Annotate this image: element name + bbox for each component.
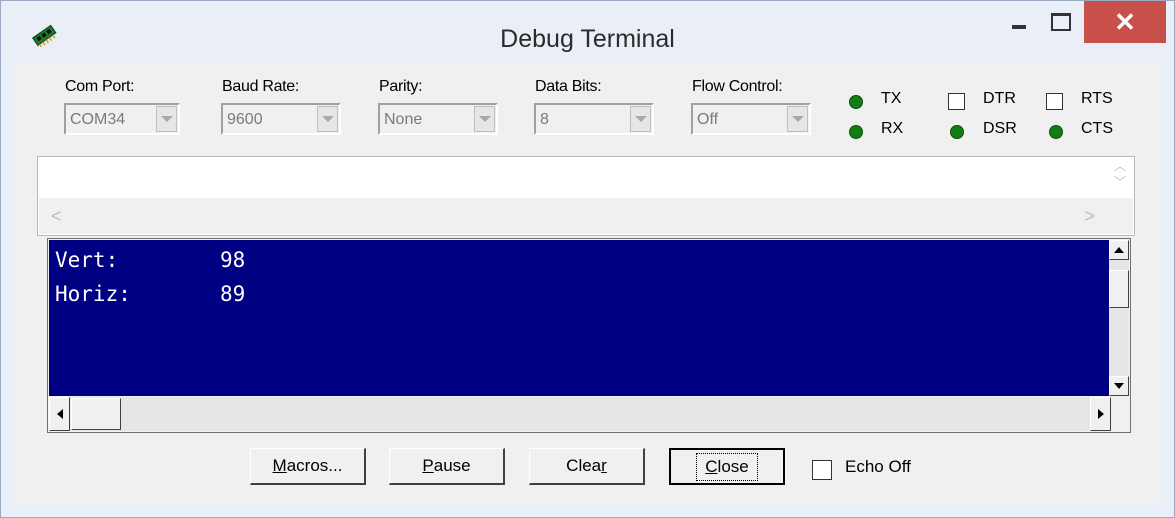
chevron-left-icon[interactable]: < (51, 206, 62, 227)
dtr-checkbox[interactable] (948, 93, 965, 110)
parity-value: None (384, 111, 423, 128)
scroll-up-button[interactable] (1109, 240, 1129, 260)
receive-vertical-scrollbar[interactable] (1109, 240, 1129, 396)
data-bits-select[interactable]: 8 (534, 103, 654, 135)
rx-label: RX (881, 120, 904, 137)
tx-label: TX (881, 90, 902, 107)
com-port-value: COM34 (70, 111, 126, 128)
receive-line: Horiz: 89 (55, 282, 246, 306)
cts-label: CTS (1081, 120, 1113, 137)
chevron-right-icon[interactable]: > (1084, 206, 1095, 227)
chevron-down-icon[interactable] (156, 106, 177, 132)
baud-rate-value: 9600 (227, 111, 263, 128)
receive-pane: Vert: 98 Horiz: 89 (47, 238, 1131, 433)
close-button[interactable]: Close (669, 448, 785, 485)
data-bits-value: 8 (540, 111, 549, 128)
dsr-label: DSR (983, 120, 1017, 137)
close-button-label: Close (696, 452, 758, 481)
baud-rate-label: Baud Rate: (222, 78, 300, 95)
baud-rate-select[interactable]: 9600 (221, 103, 341, 135)
clear-button[interactable]: Clear (529, 448, 645, 485)
parity-select[interactable]: None (378, 103, 498, 135)
maximize-icon (1051, 13, 1071, 31)
chevron-down-icon[interactable]: ﹀ (1107, 174, 1133, 190)
tx-led-icon (849, 95, 863, 109)
transmit-pane: ︿ ﹀ < > (37, 156, 1135, 236)
cts-led-icon (1049, 125, 1063, 139)
macros-button-label: Macros... (272, 456, 343, 475)
rts-label: RTS (1081, 90, 1113, 107)
transmit-input[interactable] (39, 158, 1107, 196)
dsr-led-icon (950, 125, 964, 139)
horizontal-scroll-thumb[interactable] (71, 398, 121, 430)
transmit-horizontal-scrollbar[interactable]: < > (39, 198, 1133, 234)
arrow-up-icon (1114, 247, 1124, 253)
com-port-select[interactable]: COM34 (64, 103, 180, 135)
macros-button[interactable]: Macros... (250, 448, 366, 485)
vertical-scroll-thumb[interactable] (1109, 270, 1129, 308)
pause-button-label: Pause (422, 456, 471, 475)
pause-button[interactable]: Pause (389, 448, 505, 485)
receive-line: Vert: 98 (55, 248, 246, 272)
dtr-label: DTR (983, 90, 1016, 107)
parity-label: Parity: (379, 78, 423, 95)
arrow-right-icon (1097, 409, 1104, 419)
arrow-left-icon (56, 409, 63, 419)
arrow-down-icon (1114, 383, 1124, 389)
rx-led-icon (849, 125, 863, 139)
chevron-down-icon[interactable] (474, 106, 495, 132)
receive-horizontal-scrollbar[interactable] (49, 397, 1111, 431)
data-bits-label: Data Bits: (535, 78, 602, 95)
flow-control-value: Off (697, 111, 719, 128)
rts-checkbox[interactable] (1046, 93, 1063, 110)
receive-output[interactable]: Vert: 98 Horiz: 89 (49, 240, 1111, 396)
chevron-up-icon[interactable]: ︿ (1107, 158, 1133, 174)
close-icon: ✕ (1114, 6, 1136, 37)
chevron-down-icon[interactable] (630, 106, 651, 132)
close-window-button[interactable]: ✕ (1084, 1, 1166, 43)
scroll-right-button[interactable] (1090, 397, 1111, 431)
minimize-button[interactable] (999, 1, 1039, 43)
chevron-down-icon[interactable] (787, 106, 808, 132)
maximize-button[interactable] (1041, 1, 1081, 43)
echo-off-checkbox[interactable] (812, 460, 832, 480)
transmit-vertical-scrollbar[interactable]: ︿ ﹀ (1107, 158, 1133, 196)
scroll-left-button[interactable] (49, 397, 70, 431)
com-port-label: Com Port: (65, 78, 135, 95)
minimize-icon (1012, 25, 1026, 29)
debug-terminal-window: Debug Terminal ✕ Com Port: Baud Rate: Pa… (0, 0, 1175, 518)
echo-off-label: Echo Off (845, 457, 911, 476)
flow-control-label: Flow Control: (692, 78, 783, 95)
chevron-down-icon[interactable] (317, 106, 338, 132)
clear-button-label: Clear (566, 456, 607, 475)
flow-control-select[interactable]: Off (691, 103, 811, 135)
scroll-down-button[interactable] (1109, 376, 1129, 396)
title-bar[interactable]: Debug Terminal ✕ (1, 1, 1174, 63)
